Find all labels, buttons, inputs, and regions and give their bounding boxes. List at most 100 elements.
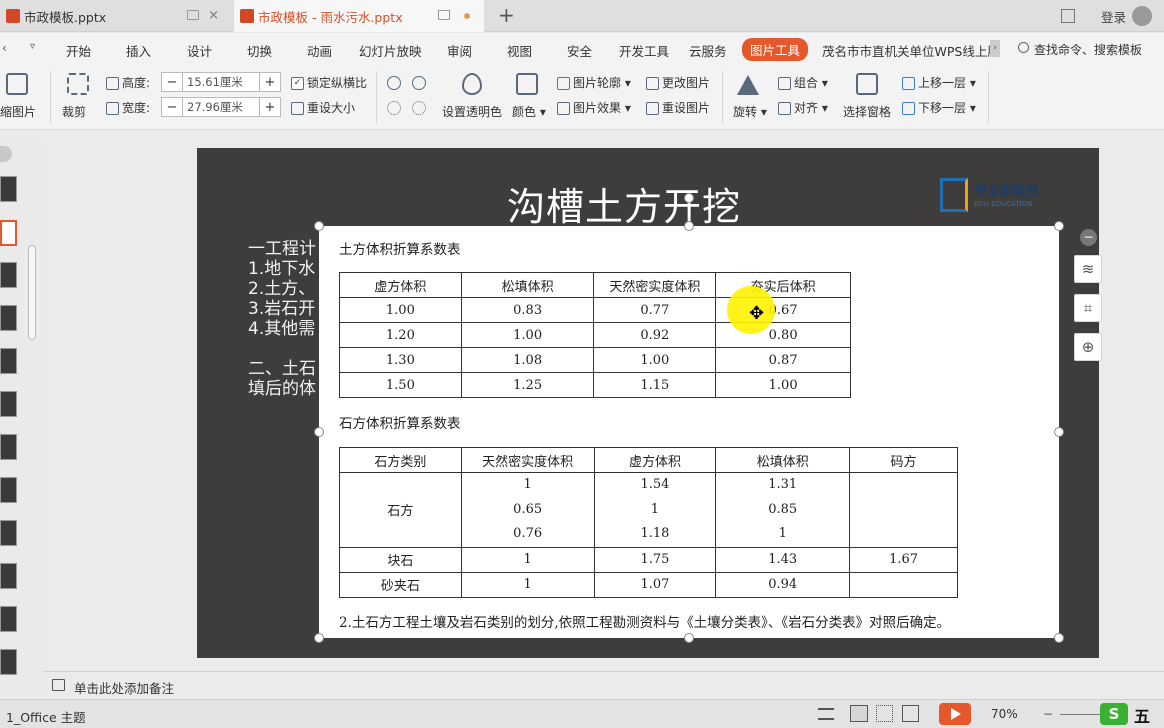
- menu-start[interactable]: 开始: [66, 41, 91, 60]
- scrollbar-thumb[interactable]: [28, 245, 36, 340]
- menu-transition[interactable]: 切换: [247, 41, 272, 60]
- menu-scroll-right-icon[interactable]: ›: [990, 40, 1000, 57]
- height-increase-button[interactable]: +: [260, 75, 280, 90]
- zoom-slider[interactable]: [1060, 714, 1102, 715]
- group-button[interactable]: 组合 ▾: [778, 74, 828, 91]
- align-button[interactable]: 对齐 ▾: [778, 99, 828, 116]
- set-transparent-button[interactable]: 设置透明色: [442, 103, 502, 120]
- slide-thumbnail[interactable]: [0, 649, 17, 675]
- panel-collapse-icon[interactable]: [0, 146, 12, 162]
- width-increase-button[interactable]: +: [260, 100, 280, 115]
- resize-handle-w[interactable]: [314, 427, 324, 437]
- slide-thumbnail[interactable]: [0, 434, 17, 460]
- contrast-down-icon[interactable]: [412, 76, 426, 90]
- sorter-view-icon[interactable]: [876, 705, 893, 722]
- height-decrease-button[interactable]: −: [162, 75, 182, 90]
- resize-handle-e[interactable]: [1054, 427, 1064, 437]
- layers-icon[interactable]: ≋: [1074, 255, 1102, 283]
- menu-cloud[interactable]: 云服务: [689, 41, 727, 60]
- height-stepper[interactable]: − 15.61厘米 +: [161, 72, 281, 92]
- menu-insert[interactable]: 插入: [126, 41, 151, 60]
- slide-thumbnail[interactable]: [0, 563, 17, 589]
- selection-pane-icon[interactable]: [856, 73, 878, 95]
- change-picture-button[interactable]: 更改图片: [646, 74, 710, 91]
- notes-area[interactable]: 单击此处添加备注: [44, 671, 1164, 699]
- play-slideshow-button[interactable]: [939, 703, 971, 725]
- collapse-toolbar-icon[interactable]: −: [1080, 229, 1097, 246]
- tab-rain-sewage-template[interactable]: 市政模板 - 雨水污水.pptx: [234, 0, 484, 32]
- rotate-icon[interactable]: [737, 75, 759, 95]
- tab-shizheng-template[interactable]: 市政模板.pptx ×: [0, 0, 233, 32]
- width-input[interactable]: 27.96厘米: [182, 98, 260, 116]
- color-button[interactable]: 颜色 ▾: [512, 103, 546, 120]
- thumbnail-scrollbar[interactable]: [26, 175, 38, 675]
- slide-thumbnail[interactable]: [0, 305, 17, 331]
- ime-indicator[interactable]: 五: [1134, 703, 1150, 727]
- compress-picture-icon[interactable]: [6, 73, 28, 95]
- contrast-up-icon[interactable]: [387, 76, 401, 90]
- menu-review[interactable]: 审阅: [447, 41, 472, 60]
- login-link[interactable]: 登录: [1101, 7, 1126, 26]
- normal-view-icon[interactable]: [850, 705, 868, 722]
- menu-view[interactable]: 视图: [507, 41, 532, 60]
- width-decrease-button[interactable]: −: [162, 100, 182, 115]
- menu-slideshow[interactable]: 幻灯片放映: [359, 41, 422, 60]
- menu-design[interactable]: 设计: [187, 41, 212, 60]
- resize-handle-s[interactable]: [684, 633, 694, 643]
- slide-body-line[interactable]: 4.其他需: [248, 314, 315, 339]
- send-backward-button[interactable]: 下移一层 ▾: [902, 99, 976, 116]
- zoom-level[interactable]: 70%: [991, 707, 1018, 721]
- slide-thumbnail[interactable]: [0, 176, 17, 202]
- resize-handle-se[interactable]: [1054, 633, 1064, 643]
- bring-forward-button[interactable]: 上移一层 ▾: [902, 74, 976, 91]
- rotate-button[interactable]: 旋转 ▾: [733, 103, 767, 120]
- width-stepper[interactable]: − 27.96厘米 +: [161, 97, 281, 117]
- menu-animation[interactable]: 动画: [307, 41, 332, 60]
- reset-picture-button[interactable]: 重设图片: [646, 99, 710, 116]
- resize-handle-sw[interactable]: [314, 633, 324, 643]
- crop-button[interactable]: 裁剪: [62, 103, 86, 120]
- slide-thumbnail[interactable]: [0, 477, 17, 503]
- zoom-in-icon[interactable]: ⊕: [1074, 333, 1102, 361]
- quick-access-icon[interactable]: ‹: [2, 41, 7, 55]
- brightness-up-icon[interactable]: [387, 101, 401, 115]
- command-search[interactable]: 查找命令、搜索模板: [1034, 41, 1142, 58]
- menu-developer[interactable]: 开发工具: [619, 41, 669, 60]
- rotate-handle-icon[interactable]: [684, 193, 694, 203]
- menu-security[interactable]: 安全: [567, 41, 592, 60]
- menu-picture-tools[interactable]: 图片工具: [742, 38, 809, 61]
- compress-picture-button[interactable]: 压缩图片: [0, 103, 36, 120]
- transparent-color-icon[interactable]: [462, 73, 482, 95]
- notes-toggle-icon[interactable]: [818, 708, 834, 720]
- picture-effect-button[interactable]: 图片效果 ▾: [557, 99, 631, 116]
- resize-handle-ne[interactable]: [1054, 221, 1064, 231]
- menu-org-wps[interactable]: 茂名市市直机关单位WPS线上肜: [822, 41, 990, 60]
- slide-thumbnail[interactable]: [0, 391, 17, 417]
- slide-thumbnail-current[interactable]: [0, 220, 17, 246]
- new-tab-button[interactable]: +: [498, 3, 515, 27]
- lock-aspect-checkbox[interactable]: ✓ 锁定纵横比: [291, 74, 367, 91]
- resize-handle-n[interactable]: [684, 221, 694, 231]
- reading-view-icon[interactable]: [902, 705, 919, 722]
- panel-toggle-icon[interactable]: [1060, 9, 1075, 23]
- menu-dropdown-icon[interactable]: ▿: [30, 41, 35, 52]
- zoom-out-icon[interactable]: −: [1043, 707, 1053, 721]
- slide-body-line[interactable]: 填后的体: [248, 374, 316, 399]
- crop-tool-icon[interactable]: ⌗: [1074, 294, 1102, 322]
- notes-placeholder[interactable]: 单击此处添加备注: [74, 678, 174, 697]
- height-input[interactable]: 15.61厘米: [182, 73, 260, 91]
- picture-outline-button[interactable]: 图片轮廓 ▾: [557, 74, 631, 91]
- slide-thumbnail[interactable]: [0, 606, 17, 632]
- avatar-icon[interactable]: [1132, 6, 1152, 26]
- selection-pane-button[interactable]: 选择窗格: [843, 103, 891, 120]
- crop-icon[interactable]: [67, 73, 89, 95]
- slide-thumbnail[interactable]: [0, 262, 17, 288]
- color-icon[interactable]: [516, 73, 538, 95]
- reset-size-button[interactable]: 重设大小: [291, 99, 355, 116]
- close-tab-icon[interactable]: ×: [208, 8, 219, 23]
- resize-handle-nw[interactable]: [314, 221, 324, 231]
- slide-title[interactable]: 沟槽土方开挖: [507, 176, 741, 231]
- slide-thumbnail[interactable]: [0, 348, 17, 374]
- slide-thumbnail[interactable]: [0, 520, 17, 546]
- brightness-down-icon[interactable]: [412, 101, 426, 115]
